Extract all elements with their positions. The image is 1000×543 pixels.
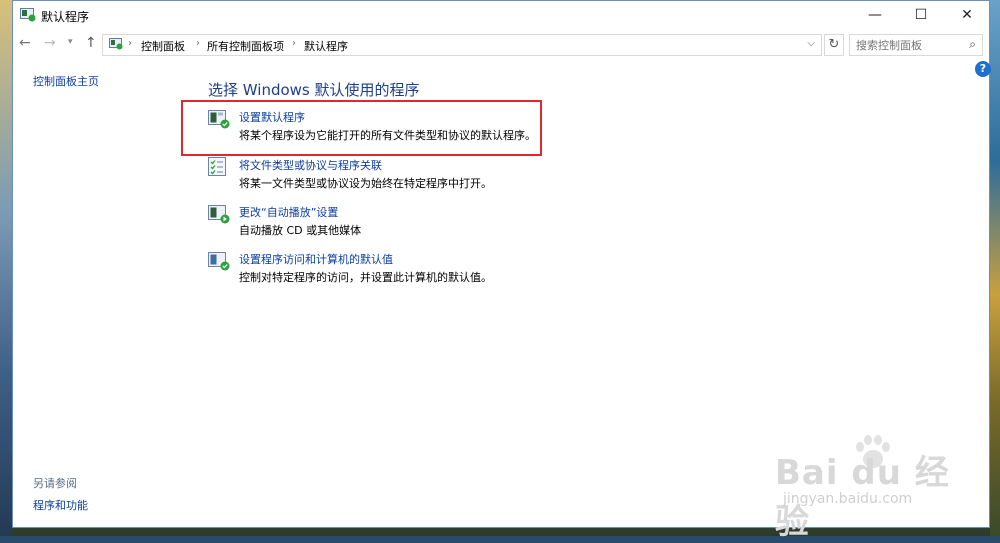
file-association-link[interactable]: 将文件类型或协议与程序关联 [239, 157, 382, 173]
watermark-url: jingyan.baidu.com [783, 491, 913, 507]
file-association-icon [208, 157, 226, 176]
refresh-button[interactable]: ↻ [824, 34, 844, 56]
autoplay-settings-link[interactable]: 更改“自动播放”设置 [239, 204, 338, 220]
address-dropdown-icon[interactable]: ⌵ [807, 38, 815, 49]
sidebar-control-panel-home-link[interactable]: 控制面板主页 [33, 73, 99, 89]
recent-locations-chevron-icon[interactable]: ▾ [68, 37, 73, 47]
breadcrumb-all-items[interactable]: 所有控制面板项 [207, 38, 284, 54]
autoplay-description: 自动播放 CD 或其他媒体 [239, 224, 362, 237]
search-box[interactable]: ⌕ [849, 34, 983, 56]
sidebar-programs-features-link[interactable]: 程序和功能 [33, 497, 88, 513]
autoplay-icon [208, 205, 230, 224]
breadcrumb-control-panel[interactable]: 控制面板 [141, 38, 185, 54]
navigation-bar: ← → ▾ ↑ › 控制面板 › 所有控制面板项 › 默认程序 ⌵ ↻ ⌕ [13, 32, 989, 58]
annotation-highlight-box [181, 100, 542, 156]
forward-arrow-icon[interactable]: → [44, 35, 56, 51]
close-button[interactable]: ✕ [944, 1, 990, 31]
sidebar-see-also-heading: 另请参阅 [33, 477, 77, 490]
address-bar[interactable]: › 控制面板 › 所有控制面板项 › 默认程序 ⌵ [102, 34, 822, 56]
control-panel-icon [109, 38, 123, 50]
back-arrow-icon[interactable]: ← [19, 35, 31, 51]
breadcrumb-default-programs[interactable]: 默认程序 [304, 38, 348, 54]
desktop-background-left [0, 0, 12, 536]
breadcrumb-separator-icon: › [292, 38, 296, 49]
search-icon[interactable]: ⌕ [969, 37, 976, 52]
breadcrumb-separator-icon: › [196, 38, 200, 49]
title-bar: 默认程序 — ☐ ✕ [13, 1, 989, 31]
program-access-link[interactable]: 设置程序访问和计算机的默认值 [239, 251, 393, 267]
page-title: 选择 Windows 默认使用的程序 [208, 81, 420, 99]
file-association-description: 将某一文件类型或协议设为始终在特定程序中打开。 [239, 177, 492, 190]
default-programs-app-icon [20, 8, 36, 22]
breadcrumb-separator-icon: › [128, 38, 132, 49]
search-input[interactable] [856, 37, 960, 53]
program-access-icon [208, 252, 230, 271]
minimize-button[interactable]: — [852, 1, 898, 31]
desktop-background-right [990, 0, 1000, 536]
baidu-jingyan-watermark: Bai du 经验 jingyan.baidu.com [771, 431, 961, 542]
help-icon[interactable]: ? [975, 61, 991, 77]
maximize-button[interactable]: ☐ [898, 1, 944, 31]
program-access-description: 控制对特定程序的访问，并设置此计算机的默认值。 [239, 271, 492, 284]
window-title: 默认程序 [41, 10, 90, 24]
up-arrow-icon[interactable]: ↑ [85, 35, 97, 51]
default-programs-window: 默认程序 — ☐ ✕ ← → ▾ ↑ › 控制面板 › 所有控制面板项 › 默认… [12, 0, 991, 542]
